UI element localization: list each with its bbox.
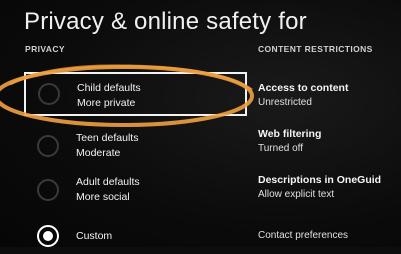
- option-teen-defaults[interactable]: Teen defaults Moderate: [29, 128, 243, 164]
- radio-checked-icon: [37, 225, 59, 247]
- restriction-title: Contact preferences: [258, 230, 349, 241]
- restriction-title: Access to content: [258, 82, 349, 94]
- restriction-value: Unrestricted: [258, 97, 312, 108]
- restriction-web-filtering[interactable]: Web filtering Turned off: [258, 128, 321, 154]
- restriction-value: Turned off: [258, 143, 304, 154]
- background: [0, 0, 401, 247]
- restriction-value: Allow explicit text: [258, 189, 335, 200]
- option-label: Teen defaults: [76, 132, 139, 144]
- option-label: Child defaults: [77, 82, 141, 94]
- radio-unchecked-icon: [37, 179, 59, 201]
- page-title: Privacy & online safety for: [24, 8, 307, 35]
- restriction-descriptions[interactable]: Descriptions in OneGuid Allow explicit t…: [258, 174, 381, 200]
- restriction-title: Descriptions in OneGuid: [258, 174, 382, 186]
- content-restrictions-heading: CONTENT RESTRICTIONS: [258, 44, 373, 54]
- option-label: Custom: [76, 230, 113, 242]
- option-adult-defaults[interactable]: Adult defaults More social: [29, 172, 243, 208]
- radio-unchecked-icon: [38, 83, 60, 105]
- option-label: Adult defaults: [76, 176, 140, 188]
- option-child-defaults[interactable]: Child defaults More private: [24, 72, 247, 116]
- privacy-section-heading: PRIVACY: [25, 44, 65, 54]
- option-sublabel: More private: [77, 97, 136, 109]
- option-sublabel: Moderate: [76, 147, 121, 159]
- option-custom[interactable]: Custom: [29, 218, 243, 254]
- restriction-contact-preferences[interactable]: Contact preferences: [258, 230, 348, 241]
- restriction-title: Web filtering: [258, 128, 322, 140]
- radio-unchecked-icon: [37, 135, 59, 157]
- restriction-access-to-content[interactable]: Access to content Unrestricted: [258, 82, 348, 108]
- option-sublabel: More social: [76, 191, 130, 203]
